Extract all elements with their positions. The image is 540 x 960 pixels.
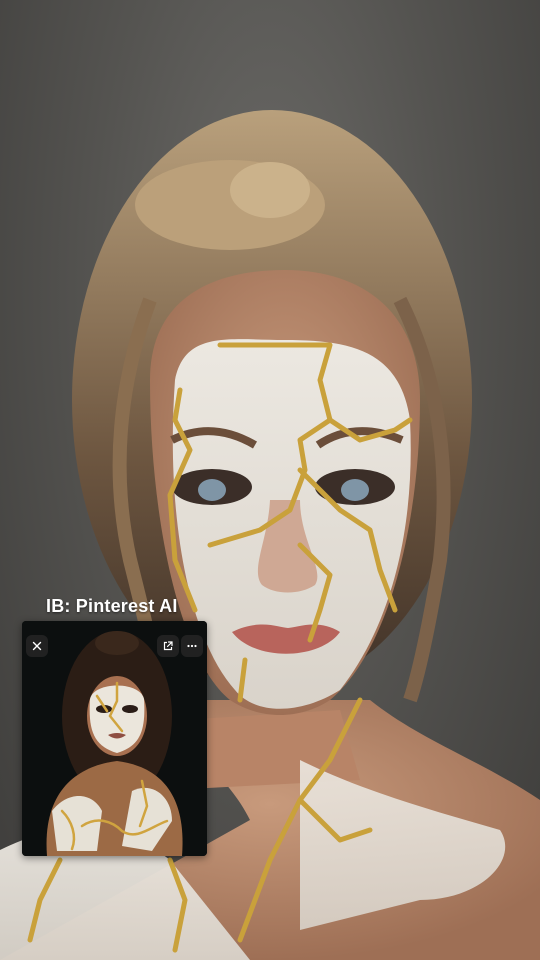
video-stage: IB: Pinterest AI <box>0 0 540 960</box>
close-icon <box>32 641 42 651</box>
reference-image <box>22 621 207 856</box>
open-external-button[interactable] <box>157 635 179 657</box>
more-icon <box>187 644 197 648</box>
reference-image-window[interactable] <box>22 621 207 856</box>
open-external-icon <box>163 641 173 651</box>
more-options-button[interactable] <box>181 635 203 657</box>
close-button[interactable] <box>26 635 48 657</box>
caption-text: IB: Pinterest AI <box>46 596 178 616</box>
